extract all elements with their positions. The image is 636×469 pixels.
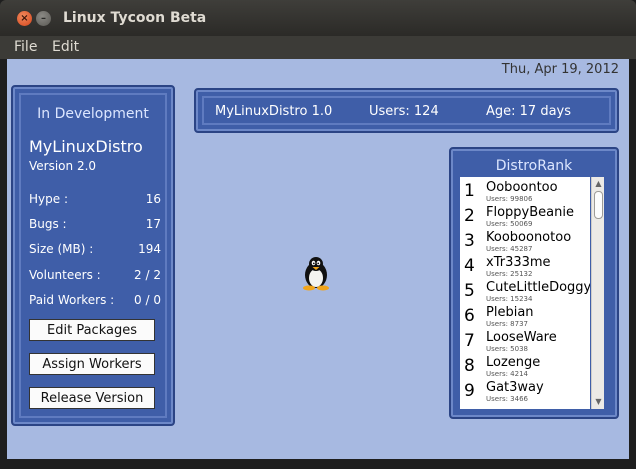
info-distro: MyLinuxDistro 1.0 (215, 104, 333, 119)
rank-users: Users: 5038 (486, 345, 528, 353)
rank-distro-name: CuteLittleDoggy (486, 280, 590, 295)
rank-number: 1 (464, 181, 475, 201)
rank-users: Users: 45287 (486, 245, 533, 253)
rank-users: Users: 25132 (486, 270, 533, 278)
distro-version: Version 2.0 (29, 159, 97, 173)
stat-label: Volunteers : (29, 268, 101, 282)
rank-distro-name: Lozenge (486, 355, 541, 370)
rank-users: Users: 4214 (486, 370, 528, 378)
rank-users: Users: 50069 (486, 220, 533, 228)
stat-label: Paid Workers : (29, 293, 115, 307)
stat-paid-workers: Paid Workers : 0 / 0 (29, 293, 161, 307)
distrorank-panel: DistroRank 1 Ooboontoo Users: 99806 2 Fl… (449, 147, 619, 419)
distro-name: MyLinuxDistro (29, 137, 143, 156)
list-item[interactable]: 7 LooseWare Users: 5038 (460, 329, 590, 354)
stat-size: Size (MB) : 194 (29, 242, 161, 256)
edit-packages-button[interactable]: Edit Packages (29, 319, 155, 341)
rank-distro-name: Plebian (486, 305, 534, 320)
stat-label: Size (MB) : (29, 242, 94, 256)
stat-label: Bugs : (29, 217, 67, 231)
tux-penguin-icon[interactable] (299, 255, 333, 291)
menu-bar: File Edit (0, 36, 636, 59)
distrorank-heading: DistroRank (495, 158, 573, 174)
rank-distro-name: FloppyBeanie (486, 205, 574, 220)
stat-bugs: Bugs : 17 (29, 217, 161, 231)
development-heading: In Development (37, 106, 149, 122)
stat-value: 194 (138, 242, 161, 256)
window-title: Linux Tycoon Beta (63, 10, 207, 26)
rank-number: 3 (464, 231, 475, 251)
rank-number: 9 (464, 381, 475, 401)
stat-value: 0 / 0 (134, 293, 161, 307)
info-age: Age: 17 days (486, 104, 572, 119)
info-users: Users: 124 (369, 104, 439, 119)
rank-number: 2 (464, 206, 475, 226)
game-area: Thu, Apr 19, 2012 In Development MyLinux… (7, 59, 629, 459)
minimize-icon[interactable]: – (36, 11, 51, 26)
rank-number: 6 (464, 306, 475, 326)
rank-number: 5 (464, 281, 475, 301)
assign-workers-button[interactable]: Assign Workers (29, 353, 155, 375)
rank-distro-name: Kooboonotoo (486, 230, 572, 245)
stat-volunteers: Volunteers : 2 / 2 (29, 268, 161, 282)
rank-users: Users: 8737 (486, 320, 528, 328)
rank-distro-name: LooseWare (486, 330, 557, 345)
rank-number: 8 (464, 356, 475, 376)
list-item[interactable]: 8 Lozenge Users: 4214 (460, 354, 590, 379)
list-item[interactable]: 9 Gat3way Users: 3466 (460, 379, 590, 404)
release-version-button[interactable]: Release Version (29, 387, 155, 409)
list-item[interactable]: 5 CuteLittleDoggy Users: 15234 (460, 279, 590, 304)
menu-file[interactable]: File (14, 39, 37, 55)
list-item[interactable]: 4 xTr333me Users: 25132 (460, 254, 590, 279)
current-date: Thu, Apr 19, 2012 (501, 62, 619, 77)
stat-value: 16 (145, 192, 161, 206)
rank-distro-name: Gat3way (486, 380, 544, 395)
distro-info-bar: MyLinuxDistro 1.0 Users: 124 Age: 17 day… (194, 88, 619, 133)
development-panel: In Development MyLinuxDistro Version 2.0… (11, 85, 175, 426)
rank-number: 4 (464, 256, 475, 276)
distrorank-list[interactable]: 1 Ooboontoo Users: 99806 2 FloppyBeanie … (460, 177, 590, 409)
list-item[interactable]: 1 Ooboontoo Users: 99806 (460, 179, 590, 204)
scroll-down-icon[interactable]: ▼ (592, 396, 605, 408)
scroll-thumb[interactable] (594, 191, 603, 219)
list-item[interactable]: 3 Kooboonotoo Users: 45287 (460, 229, 590, 254)
rank-users: Users: 15234 (486, 295, 533, 303)
stat-value: 2 / 2 (134, 268, 161, 282)
stat-value: 17 (145, 217, 161, 231)
stat-hype: Hype : 16 (29, 192, 161, 206)
scroll-up-icon[interactable]: ▲ (592, 178, 605, 190)
rank-distro-name: Ooboontoo (486, 180, 558, 195)
distrorank-scrollbar[interactable]: ▲ ▼ (591, 177, 604, 409)
list-item[interactable]: 2 FloppyBeanie Users: 50069 (460, 204, 590, 229)
rank-users: Users: 3466 (486, 395, 528, 403)
stat-label: Hype : (29, 192, 68, 206)
title-bar: × – Linux Tycoon Beta (0, 0, 636, 36)
rank-users: Users: 99806 (486, 195, 533, 203)
menu-edit[interactable]: Edit (52, 39, 79, 55)
rank-distro-name: xTr333me (486, 255, 551, 270)
rank-number: 7 (464, 331, 475, 351)
list-item[interactable]: 6 Plebian Users: 8737 (460, 304, 590, 329)
close-icon[interactable]: × (17, 11, 32, 26)
